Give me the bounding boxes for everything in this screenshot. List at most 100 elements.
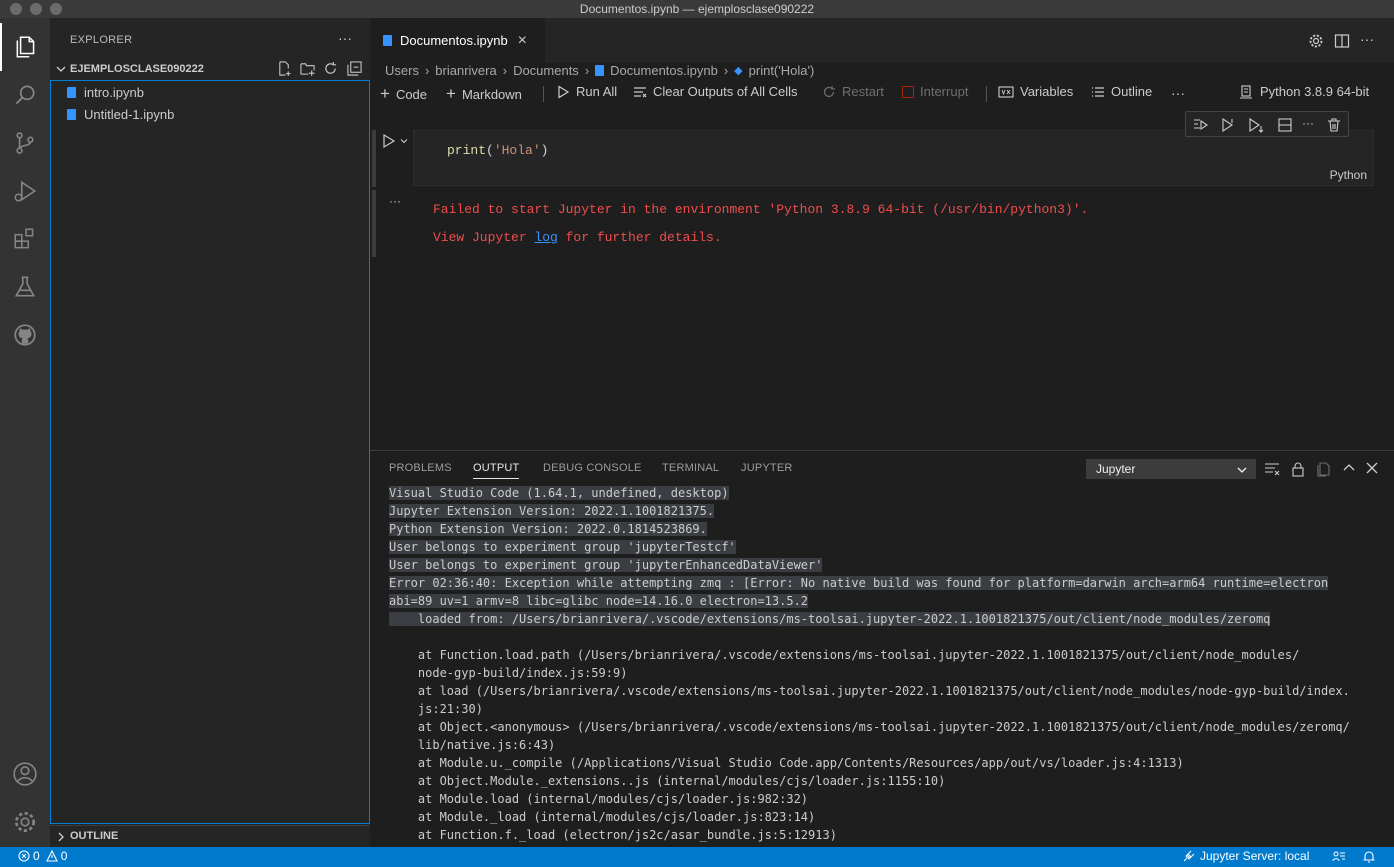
- toolbar-more-button[interactable]: ···: [1171, 85, 1185, 101]
- log-line: Jupyter Extension Version: 2022.1.100182…: [389, 504, 715, 518]
- account-button[interactable]: [0, 750, 50, 798]
- log-line: User belongs to experiment group 'jupyte…: [389, 540, 736, 554]
- chevron-down-icon: [56, 66, 66, 72]
- split-editor-icon[interactable]: [1334, 33, 1350, 49]
- close-window-button[interactable]: [10, 3, 22, 15]
- activity-bar: [0, 18, 50, 847]
- editor-tabs: Documentos.ipynb × ···: [370, 18, 1394, 63]
- kernel-picker[interactable]: Python 3.8.9 64-bit: [1239, 84, 1369, 99]
- tab-documentos[interactable]: Documentos.ipynb ×: [370, 18, 545, 63]
- refresh-icon[interactable]: [323, 61, 338, 76]
- problems-indicator[interactable]: 0 0: [18, 849, 67, 863]
- sidebar-more-button[interactable]: ···: [338, 30, 352, 46]
- file-item-intro[interactable]: intro.ipynb: [51, 81, 369, 103]
- sidebar-title: EXPLORER: [70, 34, 133, 46]
- open-in-editor-icon[interactable]: [1316, 461, 1332, 477]
- notebook-icon: [595, 64, 605, 76]
- tab-problems[interactable]: PROBLEMS: [389, 462, 452, 474]
- breadcrumb-users[interactable]: Users: [385, 63, 419, 78]
- code-paren-open: (: [486, 143, 494, 158]
- warning-icon: [45, 850, 58, 862]
- output-channel-select[interactable]: Jupyter: [1086, 459, 1256, 479]
- tab-debug-console[interactable]: DEBUG CONSOLE: [543, 462, 642, 474]
- zoom-window-button[interactable]: [50, 3, 62, 15]
- trash-icon[interactable]: [1326, 117, 1342, 133]
- variables-button[interactable]: Variables: [998, 84, 1073, 99]
- manage-button[interactable]: [0, 798, 50, 846]
- list-icon: [1092, 86, 1104, 97]
- log-line: at Object.<anonymous> (/Users/brianriver…: [389, 720, 1350, 734]
- testing-icon: [14, 276, 36, 297]
- breadcrumb-documents[interactable]: Documents: [513, 63, 579, 78]
- file-item-untitled[interactable]: Untitled-1.ipynb: [51, 103, 369, 125]
- close-icon[interactable]: [1365, 461, 1379, 475]
- new-file-icon[interactable]: [277, 61, 292, 76]
- notifications-icon[interactable]: [1362, 850, 1376, 864]
- lock-icon[interactable]: [1290, 461, 1306, 477]
- testing-button[interactable]: [0, 263, 50, 311]
- code-cell-editor[interactable]: print('Hola') Python: [413, 130, 1374, 186]
- file-tree: intro.ipynb Untitled-1.ipynb: [50, 80, 370, 824]
- account-icon: [13, 762, 37, 786]
- chevron-up-icon[interactable]: [1342, 461, 1356, 475]
- log-line: at load (/Users/brianrivera/.vscode/exte…: [389, 684, 1350, 698]
- interrupt-button[interactable]: Interrupt: [902, 84, 968, 99]
- editor-more-button[interactable]: ···: [1360, 31, 1374, 47]
- jupyter-server-status[interactable]: Jupyter Server: local: [1183, 849, 1309, 863]
- log-link[interactable]: log: [534, 230, 557, 245]
- plus-icon: +: [446, 84, 456, 103]
- notebook-icon: [67, 86, 76, 98]
- output-more-button[interactable]: ···: [389, 194, 401, 208]
- settings-icon[interactable]: [1308, 33, 1324, 49]
- add-markdown-button[interactable]: + Markdown: [446, 84, 522, 104]
- run-debug-button[interactable]: [0, 167, 50, 215]
- split-cell-icon[interactable]: [1277, 117, 1293, 133]
- toolbar-divider: [543, 86, 544, 102]
- log-line: Python Extension Version: 2022.0.1814523…: [389, 522, 707, 536]
- run-below-icon[interactable]: [1248, 117, 1264, 133]
- cell-language[interactable]: Python: [1330, 168, 1367, 182]
- warning-count: 0: [60, 849, 68, 863]
- explorer-button[interactable]: [0, 23, 50, 71]
- restart-button[interactable]: Restart: [822, 84, 884, 99]
- log-line: lib/native.js:6:43): [389, 738, 556, 752]
- interrupt-label: Interrupt: [920, 84, 969, 99]
- chevron-down-icon[interactable]: [399, 136, 409, 146]
- clear-output-icon[interactable]: [1264, 461, 1280, 477]
- channel-value: Jupyter: [1096, 462, 1136, 476]
- tab-output[interactable]: OUTPUT: [473, 462, 520, 479]
- tab-close-button[interactable]: ×: [518, 32, 527, 50]
- collapse-all-icon[interactable]: [347, 61, 362, 76]
- run-by-line-icon[interactable]: [1220, 117, 1236, 133]
- breadcrumb-file[interactable]: Documentos.ipynb: [610, 63, 718, 78]
- breadcrumb-user[interactable]: brianrivera: [435, 63, 496, 78]
- search-button[interactable]: [0, 71, 50, 119]
- run-cell-icon[interactable]: [381, 133, 397, 149]
- tab-terminal[interactable]: TERMINAL: [662, 462, 719, 474]
- cell-more-button[interactable]: ···: [1302, 116, 1314, 130]
- source-control-button[interactable]: [0, 119, 50, 167]
- tab-jupyter[interactable]: JUPYTER: [741, 462, 793, 474]
- folder-header[interactable]: EJEMPLOSCLASE090222: [50, 58, 370, 80]
- code-line: print('Hola'): [447, 143, 548, 158]
- clear-outputs-button[interactable]: Clear Outputs of All Cells: [633, 84, 798, 99]
- outline-section[interactable]: OUTLINE: [50, 825, 370, 847]
- kernel-icon: [1240, 84, 1252, 99]
- extensions-button[interactable]: [0, 215, 50, 263]
- search-icon: [15, 85, 35, 105]
- log-line: User belongs to experiment group 'jupyte…: [389, 558, 823, 572]
- github-icon: [14, 324, 36, 346]
- outline-button[interactable]: Outline: [1091, 84, 1152, 99]
- restart-label: Restart: [842, 84, 884, 99]
- run-above-icon[interactable]: [1193, 117, 1209, 133]
- new-folder-icon[interactable]: [300, 61, 315, 76]
- minimize-window-button[interactable]: [30, 3, 42, 15]
- github-button[interactable]: [0, 311, 50, 359]
- feedback-icon[interactable]: [1332, 850, 1346, 864]
- chevron-down-icon: [1237, 467, 1247, 473]
- file-name: intro.ipynb: [84, 84, 144, 100]
- add-code-label: Code: [395, 86, 428, 102]
- run-all-button[interactable]: Run All: [556, 84, 617, 99]
- add-code-button[interactable]: + Code: [380, 84, 427, 104]
- breadcrumb-cell[interactable]: print('Hola'): [749, 63, 815, 78]
